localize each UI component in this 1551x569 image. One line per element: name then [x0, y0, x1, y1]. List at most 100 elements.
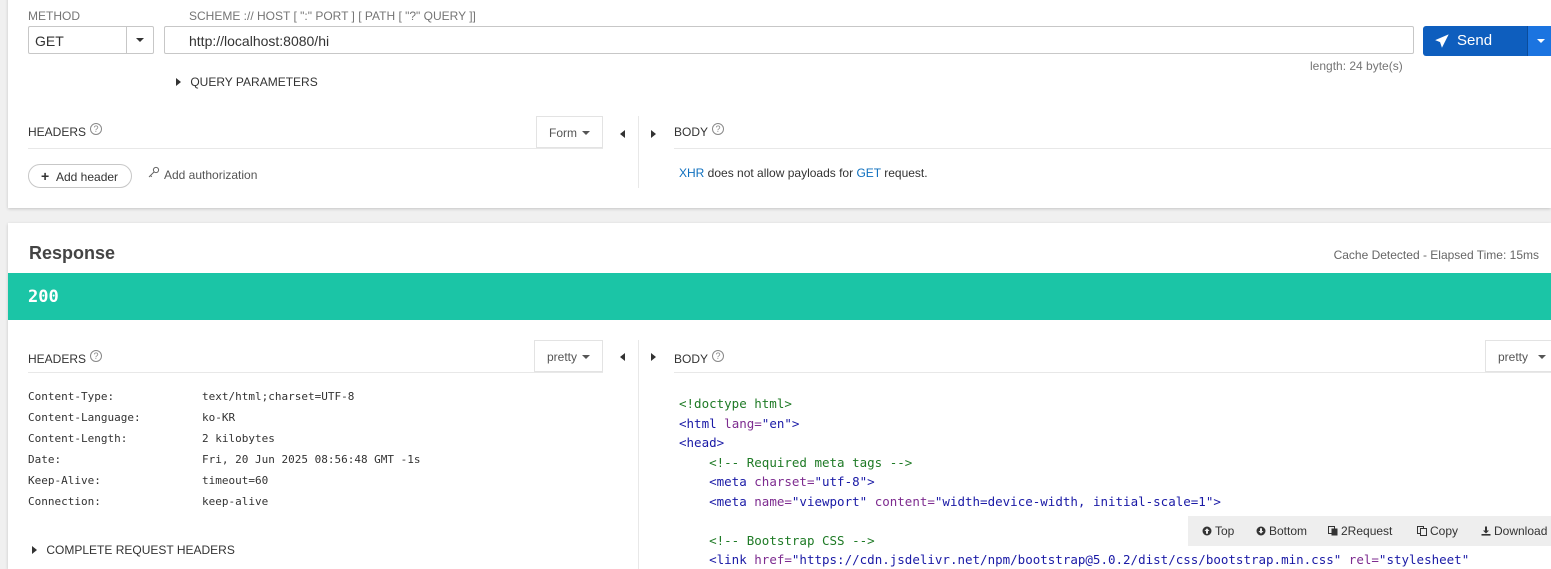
body-message-text: request.: [880, 166, 928, 180]
chevron-down-icon: [1538, 355, 1546, 359]
copy-to-request-icon: [1328, 526, 1338, 536]
chevron-down-icon: [136, 38, 144, 42]
code-string: "en": [761, 415, 792, 431]
header-row: Content-Language: ko-KR: [28, 411, 235, 424]
arrow-down-circle-icon: [1256, 526, 1266, 536]
triangle-left-icon: [620, 353, 625, 361]
divider: [28, 372, 603, 373]
response-body-format-dropdown[interactable]: pretty: [1485, 340, 1551, 372]
copy-button[interactable]: Copy: [1417, 524, 1458, 538]
code-tag: <meta: [709, 474, 747, 489]
body-label: BODY: [674, 352, 709, 366]
code-tag: <html: [679, 415, 717, 431]
add-authorization-link[interactable]: Add authorization: [164, 168, 257, 182]
response-title: Response: [29, 243, 116, 263]
code-string: "viewport": [791, 493, 868, 509]
code-comment: <!-- Bootstrap CSS -->: [709, 532, 875, 548]
code-attr: lang=: [716, 415, 762, 431]
header-value: keep-alive: [202, 495, 269, 508]
triangle-right-icon: [651, 353, 656, 361]
bottom-button[interactable]: Bottom: [1256, 524, 1307, 538]
code-comment: <!-- Required meta tags -->: [709, 454, 913, 470]
collapse-left-toggle[interactable]: [620, 350, 625, 364]
header-key: Content-Type:: [28, 390, 115, 403]
code-tag: >: [791, 415, 800, 431]
code-tag: >: [1213, 493, 1221, 509]
method-select[interactable]: GET: [28, 26, 154, 54]
download-icon: [1481, 526, 1491, 536]
header-value: 2 kilobytes: [202, 432, 275, 445]
paper-plane-icon: [1435, 34, 1449, 48]
header-value: text/html;charset=UTF-8: [202, 390, 355, 403]
header-row: Connection: keep-alive: [28, 495, 268, 508]
response-headers-format-dropdown[interactable]: pretty: [534, 340, 603, 372]
query-parameters-label: QUERY PARAMETERS: [190, 75, 318, 89]
to-request-button[interactable]: 2Request: [1328, 524, 1392, 538]
code-tag: <link: [709, 552, 747, 567]
top-label: Top: [1215, 524, 1235, 538]
code-attr: charset=: [746, 474, 815, 489]
arrow-up-circle-icon: [1202, 526, 1212, 536]
method-label: METHOD: [28, 9, 80, 23]
chevron-down-icon: [582, 131, 590, 135]
request-body-heading: BODY?: [674, 123, 725, 139]
response-meta: Cache Detected - Elapsed Time: 15ms: [1333, 248, 1539, 262]
headers-format-value: Form: [549, 126, 577, 140]
header-key: Content-Language:: [28, 411, 141, 424]
code-attr: name=: [746, 493, 792, 509]
url-input[interactable]: http://localhost:8080/hi: [164, 26, 1414, 54]
copy-icon: [1417, 526, 1427, 536]
help-icon[interactable]: ?: [90, 123, 103, 135]
query-parameters-toggle[interactable]: QUERY PARAMETERS: [176, 75, 318, 89]
chevron-down-icon: [1537, 39, 1545, 43]
scheme-label: SCHEME :// HOST [ ":" PORT ] [ PATH [ "?…: [189, 9, 476, 23]
send-button[interactable]: Send: [1423, 26, 1527, 56]
bottom-label: Bottom: [1269, 524, 1308, 538]
header-key: Keep-Alive:: [28, 474, 101, 487]
body-format-value: pretty: [1498, 350, 1529, 364]
plus-icon: +: [41, 168, 50, 184]
top-button[interactable]: Top: [1202, 524, 1234, 538]
code-line: <!doctype html>: [679, 396, 792, 411]
collapse-left-toggle[interactable]: [620, 127, 625, 141]
url-value: http://localhost:8080/hi: [189, 33, 330, 49]
body-message: XHR does not allow payloads for GET requ…: [679, 166, 928, 180]
divider: [674, 372, 1551, 373]
collapse-right-toggle[interactable]: [651, 350, 656, 364]
add-header-button[interactable]: + Add header: [28, 164, 132, 188]
header-row: Keep-Alive: timeout=60: [28, 474, 268, 487]
divider: [638, 116, 639, 188]
divider: [28, 148, 603, 149]
code-string: "width=device-width, initial-scale=1": [934, 493, 1214, 509]
complete-request-headers-label: COMPLETE REQUEST HEADERS: [46, 543, 235, 557]
body-toolbar: Top Bottom 2Request Copy Download: [1188, 516, 1551, 546]
header-value: Fri, 20 Jun 2025 08:56:48 GMT -1s: [202, 453, 421, 466]
help-icon[interactable]: ?: [712, 123, 725, 135]
code-attr: content=: [867, 493, 935, 509]
key-icon: [148, 166, 160, 178]
status-code: 200: [28, 287, 59, 307]
response-body-heading: BODY?: [674, 350, 725, 366]
copy-label: Copy: [1430, 524, 1459, 538]
header-key: Content-Length:: [28, 432, 128, 445]
complete-request-headers-toggle[interactable]: COMPLETE REQUEST HEADERS: [32, 543, 235, 557]
code-tag: <head>: [679, 435, 725, 450]
download-button[interactable]: Download: [1481, 524, 1547, 538]
help-icon[interactable]: ?: [90, 350, 103, 362]
headers-label: HEADERS: [28, 352, 87, 366]
divider: [638, 340, 639, 569]
body-message-text: does not allow payloads for: [704, 166, 857, 180]
method-dropdown-toggle[interactable]: [126, 27, 153, 53]
header-value: ko-KR: [202, 411, 236, 424]
send-label: Send: [1457, 32, 1493, 49]
collapse-right-toggle[interactable]: [651, 127, 656, 141]
xhr-link[interactable]: XHR: [679, 166, 704, 180]
code-string: "https://cdn.jsdelivr.net/npm/bootstrap@…: [791, 552, 1342, 567]
headers-format-dropdown[interactable]: Form: [536, 116, 603, 148]
header-row: Content-Length: 2 kilobytes: [28, 432, 275, 445]
header-key: Date:: [28, 453, 62, 466]
send-options-toggle[interactable]: [1527, 26, 1551, 56]
triangle-right-icon: [176, 78, 181, 86]
get-link[interactable]: GET: [856, 166, 880, 180]
help-icon[interactable]: ?: [712, 350, 725, 362]
